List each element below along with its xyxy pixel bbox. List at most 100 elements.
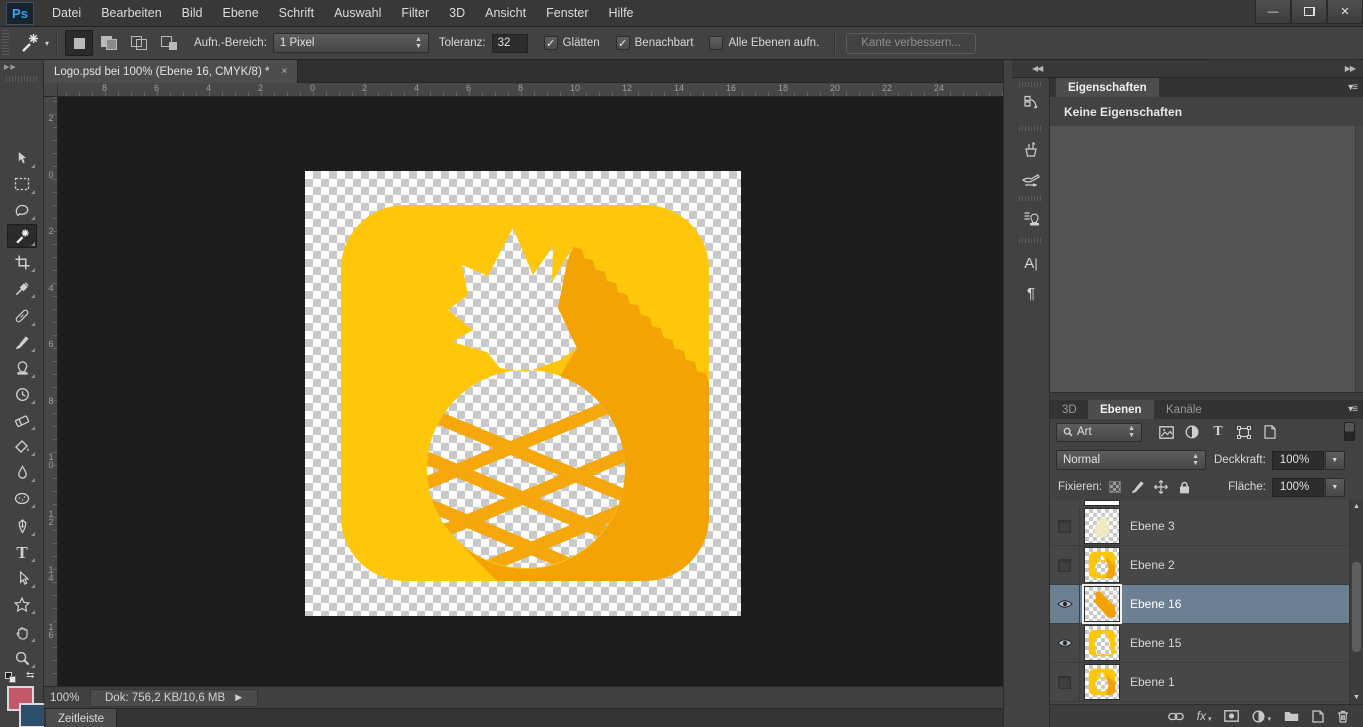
scroll-down-icon[interactable]: ▼ <box>1350 691 1363 704</box>
scroll-up-icon[interactable]: ▲ <box>1350 500 1363 513</box>
filter-shape-layers-button[interactable] <box>1232 423 1256 441</box>
new-selection-button[interactable] <box>65 30 94 56</box>
ruler-origin-corner[interactable] <box>44 83 58 97</box>
sponge-tool[interactable] <box>7 486 37 510</box>
background-color-swatch[interactable] <box>19 703 46 727</box>
link-layers-button[interactable] <box>1168 712 1184 721</box>
menu-auswahl[interactable]: Auswahl <box>324 0 391 27</box>
vertical-ruler[interactable]: 2 0 2 4 6 8 10 12 14 16 <box>44 97 58 686</box>
add-selection-button[interactable] <box>95 30 123 56</box>
document-size-info[interactable]: Dok: 756,2 KB/10,6 MB ▶ <box>90 688 258 707</box>
panel-menu-icon[interactable]: ▾≡ <box>1348 82 1358 93</box>
new-layer-button[interactable] <box>1312 710 1324 723</box>
properties-scrollbar[interactable] <box>1355 126 1363 392</box>
menu-bearbeiten[interactable]: Bearbeiten <box>91 0 171 27</box>
document-close-icon[interactable]: × <box>281 66 287 77</box>
minimize-button[interactable]: — <box>1255 0 1291 24</box>
menu-3d[interactable]: 3D <box>439 0 475 27</box>
refine-edge-button[interactable]: Kante verbessern... <box>846 32 976 54</box>
sample-size-dropdown[interactable]: 1 Pixel ▲ ▼ <box>272 33 429 53</box>
fill-dropdown-button[interactable]: ▼ <box>1324 477 1345 497</box>
spot-healing-brush-tool[interactable] <box>7 304 37 328</box>
visibility-toggle[interactable] <box>1050 623 1080 663</box>
intersect-selection-button[interactable] <box>155 30 183 56</box>
menu-filter[interactable]: Filter <box>391 0 439 27</box>
tab-eigenschaften[interactable]: Eigenschaften <box>1056 78 1159 97</box>
tool-presets-panel-button[interactable] <box>1012 136 1050 162</box>
add-layer-mask-button[interactable] <box>1224 710 1239 722</box>
sample-all-layers-checkbox[interactable]: Alle Ebenen aufn. <box>709 36 819 50</box>
layer-row-ebene-2[interactable]: Ebene 2 <box>1050 545 1349 585</box>
filter-type-dropdown[interactable]: Art ▲ ▼ <box>1056 422 1142 442</box>
menu-ansicht[interactable]: Ansicht <box>475 0 536 27</box>
zoom-level[interactable]: 100% <box>50 692 90 704</box>
layer-thumbnail[interactable] <box>1082 584 1122 624</box>
expand-panels-chevron[interactable]: ◀◀ <box>1032 64 1043 73</box>
layer-row-ebene-3[interactable]: Ebene 3 <box>1050 506 1349 546</box>
visibility-toggle[interactable] <box>1050 545 1080 585</box>
brush-settings-panel-button[interactable] <box>1012 166 1050 192</box>
status-arrow-icon[interactable]: ▶ <box>235 692 242 703</box>
contiguous-checkbox[interactable]: ✓ Benachbart <box>615 36 693 50</box>
layer-thumbnail[interactable] <box>1084 508 1120 544</box>
filter-adjustment-layers-button[interactable] <box>1180 423 1204 441</box>
antialias-checkbox[interactable]: ✓ Glätten <box>543 36 600 50</box>
clone-source-panel-button[interactable] <box>1012 206 1050 232</box>
visibility-toggle[interactable] <box>1050 506 1080 546</box>
filter-type-layers-button[interactable]: T <box>1206 423 1230 441</box>
move-tool[interactable] <box>7 146 37 170</box>
type-tool[interactable]: T <box>7 540 37 564</box>
document-tab[interactable]: Logo.psd bei 100% (Ebene 16, CMYK/8) * × <box>44 60 299 83</box>
active-tool-badge[interactable]: ▾ <box>19 32 49 54</box>
hand-tool[interactable] <box>7 620 37 644</box>
canvas-area[interactable] <box>58 97 1003 686</box>
layer-name[interactable]: Ebene 3 <box>1130 519 1175 533</box>
menu-bild[interactable]: Bild <box>172 0 213 27</box>
fill-value[interactable]: 100% <box>1271 477 1324 497</box>
toolbar-collapse-chevrons[interactable]: ▶▶ <box>0 60 43 76</box>
layer-thumbnail[interactable] <box>1084 547 1120 583</box>
tolerance-input[interactable] <box>491 33 528 53</box>
layer-row-ebene-16[interactable]: Ebene 16 <box>1050 584 1349 624</box>
lock-position-button[interactable] <box>1151 479 1171 495</box>
layer-thumbnail[interactable] <box>1084 625 1120 661</box>
filter-toggle-switch[interactable] <box>1344 422 1355 441</box>
zoom-tool[interactable] <box>7 646 37 670</box>
layer-name[interactable]: Ebene 2 <box>1130 558 1175 572</box>
blend-mode-dropdown[interactable]: Normal ▲ ▼ <box>1056 450 1206 470</box>
filter-smart-objects-button[interactable] <box>1258 423 1282 441</box>
tab-ebenen[interactable]: Ebenen <box>1088 400 1154 419</box>
history-brush-tool[interactable] <box>7 382 37 406</box>
layer-row-ebene-15[interactable]: Ebene 15 <box>1050 623 1349 663</box>
layer-name[interactable]: Ebene 1 <box>1130 675 1175 689</box>
lock-pixels-button[interactable] <box>1128 479 1148 495</box>
menu-hilfe[interactable]: Hilfe <box>599 0 644 27</box>
layer-name[interactable]: Ebene 15 <box>1130 636 1181 650</box>
pen-tool[interactable] <box>7 514 37 538</box>
adjustment-layer-button[interactable]: ▾ <box>1252 709 1271 723</box>
filter-pixel-layers-button[interactable] <box>1154 423 1178 441</box>
eraser-tool[interactable] <box>7 408 37 432</box>
layer-row-ebene-1[interactable]: Ebene 1 <box>1050 662 1349 702</box>
panel-menu-icon[interactable]: ▾≡ <box>1348 404 1358 415</box>
layer-name[interactable]: Ebene 16 <box>1130 597 1181 611</box>
custom-shape-tool[interactable] <box>7 592 37 616</box>
brush-tool[interactable] <box>7 330 37 354</box>
lock-all-button[interactable] <box>1174 479 1194 495</box>
timeline-tab[interactable]: Zeitleiste <box>46 709 118 727</box>
clone-stamp-tool[interactable] <box>7 356 37 380</box>
layer-thumbnail[interactable] <box>1084 664 1120 700</box>
eyedropper-tool[interactable] <box>7 276 37 300</box>
horizontal-ruler[interactable]: 8 6 4 2 0 2 4 6 8 10 12 14 16 18 20 22 2… <box>44 83 1003 97</box>
restore-button[interactable] <box>1291 0 1327 24</box>
magic-wand-tool[interactable] <box>7 224 37 248</box>
scrollbar-thumb[interactable] <box>1352 562 1361 652</box>
new-group-button[interactable] <box>1284 710 1299 722</box>
menu-ebene[interactable]: Ebene <box>213 0 269 27</box>
delete-layer-button[interactable] <box>1337 710 1349 723</box>
opacity-value[interactable]: 100% <box>1271 450 1324 470</box>
menu-datei[interactable]: Datei <box>42 0 91 27</box>
paragraph-panel-button[interactable]: ¶ <box>1012 280 1050 306</box>
visibility-toggle[interactable] <box>1050 584 1080 624</box>
layer-comps-panel-button[interactable] <box>1012 90 1050 116</box>
